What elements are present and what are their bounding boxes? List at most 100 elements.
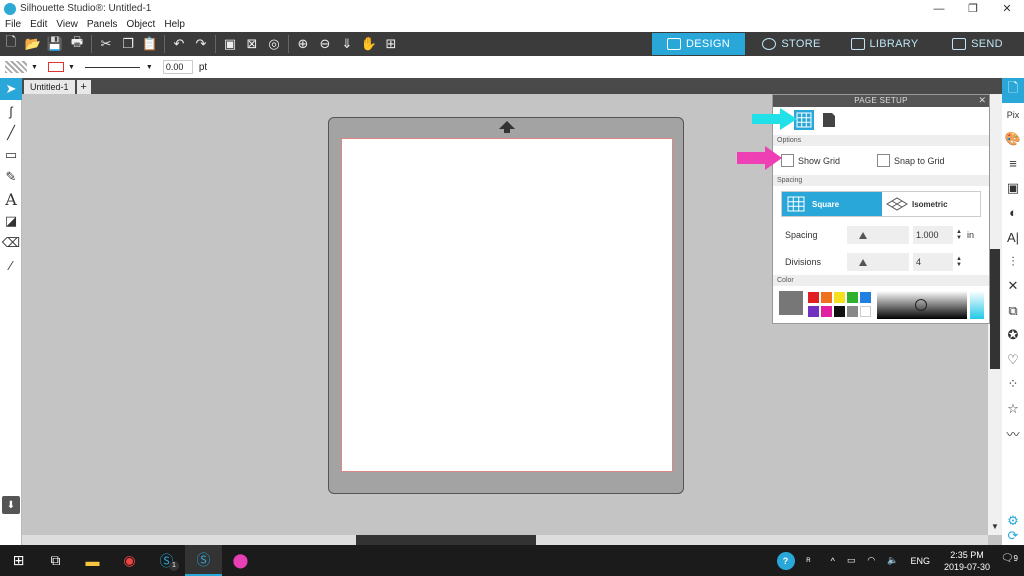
battery-icon[interactable]: ▭	[847, 555, 856, 566]
group-icon[interactable]: ▣	[219, 33, 241, 55]
zoom-fit-icon[interactable]: ⇓	[336, 33, 358, 55]
tab-untitled-1[interactable]: Untitled-1	[24, 80, 75, 94]
fit-page-icon[interactable]: ⊞	[380, 33, 402, 55]
panel-close-icon[interactable]: ✕	[978, 95, 986, 106]
line-style-icon[interactable]: ≡	[1002, 152, 1024, 177]
people-icon[interactable]: ᴿ	[807, 556, 811, 566]
color-swatch-orange[interactable]	[821, 292, 832, 303]
menu-file[interactable]: File	[5, 19, 21, 30]
scroll-down-icon[interactable]: ▼	[991, 522, 999, 531]
zoom-in-icon[interactable]: ⊕	[292, 33, 314, 55]
color-swatch-red[interactable]	[808, 292, 819, 303]
replicate-icon[interactable]: ⧉	[1002, 299, 1024, 324]
sketch-icon[interactable]: 〰	[1002, 421, 1024, 446]
snap-to-grid-checkbox[interactable]	[877, 154, 891, 167]
minimize-button[interactable]: —	[922, 0, 956, 17]
vertical-scrollbar[interactable]: ▼	[988, 94, 1002, 535]
transparency-icon[interactable]: ◐	[1002, 201, 1024, 226]
line-color-swatch[interactable]	[47, 62, 64, 72]
color-swatch-green[interactable]	[847, 292, 858, 303]
save-icon[interactable]: 💾	[44, 33, 66, 55]
silhouette-studio-taskbar-icon[interactable]: Ⓢ	[185, 545, 222, 576]
fill-pattern-swatch[interactable]	[5, 61, 27, 73]
page-setup-icon[interactable]: 🗋	[1002, 78, 1024, 103]
download-panel-icon[interactable]: ⬇	[2, 496, 20, 514]
tab-send[interactable]: SEND	[931, 33, 1024, 55]
language-indicator[interactable]: ENG	[910, 556, 930, 566]
color-swatch-gray[interactable]	[847, 306, 858, 317]
fill-tool-icon[interactable]: ◪	[0, 210, 22, 232]
menu-edit[interactable]: Edit	[30, 19, 47, 30]
divisions-stepper[interactable]: ▲ ▼	[956, 256, 962, 268]
menu-view[interactable]: View	[56, 19, 78, 30]
color-swatch-magenta[interactable]	[821, 306, 832, 317]
menu-panels[interactable]: Panels	[87, 19, 118, 30]
tab-library[interactable]: LIBRARY	[838, 33, 931, 55]
add-tab-button[interactable]: +	[76, 80, 91, 94]
notifications-icon[interactable]: 🗨9	[1001, 553, 1018, 564]
fill-color-icon[interactable]: 🎨	[1002, 127, 1024, 152]
volume-muted-icon[interactable]: 🔈	[887, 555, 898, 566]
point-edit-icon[interactable]: ʃ	[0, 100, 22, 122]
chevron-down-icon[interactable]: ▼	[146, 64, 153, 71]
current-grid-color[interactable]	[779, 291, 803, 315]
knife-tool-icon[interactable]: ∕	[0, 254, 22, 276]
horizontal-scroll-thumb[interactable]	[356, 535, 536, 545]
text-style-icon[interactable]: A|	[1002, 225, 1024, 250]
cut-icon[interactable]: ✂	[95, 33, 117, 55]
text-tool-icon[interactable]: A	[0, 188, 22, 210]
skype-icon[interactable]: Ⓢ 1	[148, 545, 185, 576]
color-swatch-white[interactable]	[860, 306, 871, 317]
color-swatch-blue[interactable]	[860, 292, 871, 303]
spacing-stepper[interactable]: ▲ ▼	[956, 229, 962, 241]
new-file-icon[interactable]: 🗋	[0, 33, 22, 55]
menu-help[interactable]: Help	[164, 19, 185, 30]
transform-icon[interactable]: ✕	[1002, 274, 1024, 299]
pan-hand-icon[interactable]: ✋	[358, 33, 380, 55]
horizontal-scrollbar[interactable]	[22, 535, 988, 545]
clock[interactable]: 2:35 PM 2019-07-30	[944, 549, 990, 573]
line-width-input[interactable]: 0.00	[162, 60, 193, 74]
ungroup-icon[interactable]: ⊠	[241, 33, 263, 55]
design-page[interactable]	[341, 138, 673, 472]
menu-object[interactable]: Object	[126, 19, 155, 30]
select-all-icon[interactable]: ◎	[263, 33, 285, 55]
task-view-icon[interactable]: ⧉	[37, 545, 74, 576]
rectangle-tool-icon[interactable]: ▭	[0, 144, 22, 166]
favorites-star-icon[interactable]: ☆	[1002, 397, 1024, 422]
square-grid-button[interactable]: Square	[782, 192, 882, 216]
vertical-scroll-thumb[interactable]	[990, 249, 1000, 369]
undo-icon[interactable]: ↶	[168, 33, 190, 55]
divisions-input[interactable]: 4	[913, 252, 953, 271]
trace-icon[interactable]: ⁘	[1002, 372, 1024, 397]
line-style-preview[interactable]	[84, 66, 140, 68]
color-swatch-purple[interactable]	[808, 306, 819, 317]
pixscan-icon[interactable]: Pix	[1002, 103, 1024, 128]
open-folder-icon[interactable]: 📂	[22, 33, 44, 55]
help-icon[interactable]: ?	[776, 551, 795, 570]
close-button[interactable]: ✕	[990, 0, 1024, 17]
isometric-grid-button[interactable]: Isometric	[882, 192, 980, 216]
spacing-input[interactable]: 1.000	[913, 226, 953, 244]
color-swatch-black[interactable]	[834, 306, 845, 317]
color-picker-gradient[interactable]	[877, 291, 967, 319]
tab-store[interactable]: STORE	[745, 33, 838, 55]
pencil-tool-icon[interactable]: ✎	[0, 166, 22, 188]
chrome-icon[interactable]: ◉	[111, 545, 148, 576]
image-effects-icon[interactable]: ▣	[1002, 176, 1024, 201]
chevron-down-icon[interactable]: ▼	[31, 64, 38, 71]
spacing-slider[interactable]	[847, 226, 909, 244]
page-tab-icon[interactable]	[819, 110, 839, 130]
color-picker-handle[interactable]	[915, 299, 927, 311]
zoom-out-icon[interactable]: ⊖	[314, 33, 336, 55]
divisions-slider[interactable]	[847, 252, 909, 271]
offset-icon[interactable]: ♡	[1002, 348, 1024, 373]
align-icon[interactable]: ⫶	[1002, 250, 1024, 275]
chevron-up-icon[interactable]: ^	[831, 556, 835, 566]
line-tool-icon[interactable]: ╱	[0, 122, 22, 144]
chevron-down-icon[interactable]: ▼	[68, 64, 75, 71]
modify-icon[interactable]: ✪	[1002, 323, 1024, 348]
file-explorer-icon[interactable]: ▬	[74, 545, 111, 576]
paste-icon[interactable]: 📋	[139, 33, 161, 55]
eraser-tool-icon[interactable]: ⌫	[0, 232, 22, 254]
